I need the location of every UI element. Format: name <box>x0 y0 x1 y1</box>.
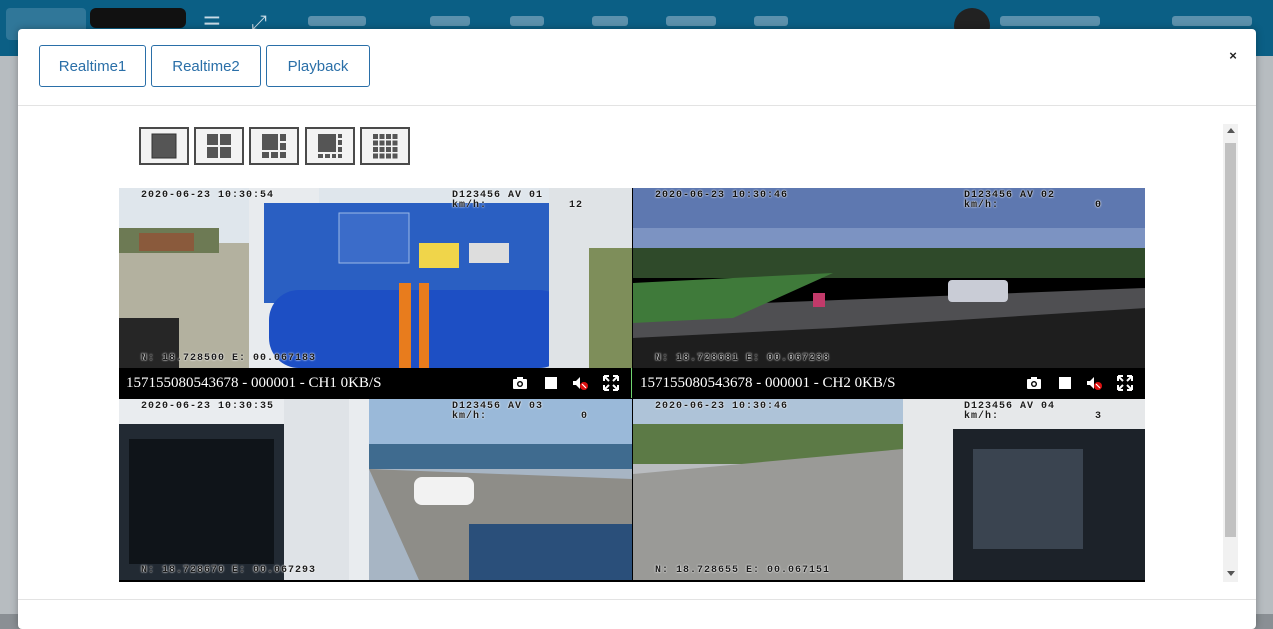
osd-speed-label-ch1: km/h: <box>452 200 488 211</box>
nav-item <box>510 16 544 26</box>
osd-gps-ch3: N: 18.728670 E: 00.067293 <box>141 565 317 576</box>
video-modal: Realtime1 Realtime2 Playback × 2020-06-2… <box>18 29 1256 629</box>
fullscreen-icon[interactable] <box>1117 375 1133 391</box>
nav-item <box>308 16 366 26</box>
layout-6-button[interactable] <box>249 127 299 165</box>
redacted-brand <box>90 8 186 28</box>
modal-header: Realtime1 Realtime2 Playback × <box>18 29 1256 106</box>
background-panel <box>0 56 18 614</box>
layout-single-icon <box>151 133 177 159</box>
layout-six-icon <box>262 134 286 158</box>
osd-speed-ch4: 3 <box>1095 411 1103 422</box>
scroll-up-icon[interactable] <box>1227 128 1235 133</box>
tab-realtime2[interactable]: Realtime2 <box>151 45 261 87</box>
layout-1-button[interactable] <box>139 127 189 165</box>
status-bar-ch2: 157155080543678 - 000001 - CH2 0KB/S <box>633 368 1145 398</box>
video-cell-ch3[interactable]: 2020-06-23 10:30:35 D123456 AV 03 km/h: … <box>119 399 632 580</box>
camera-feed-ch3 <box>119 399 632 580</box>
status-bar-ch1: 157155080543678 - 000001 - CH1 0KB/S <box>119 368 631 398</box>
osd-gps-ch2: N: 18.728681 E: 00.067238 <box>655 353 831 364</box>
stop-icon[interactable] <box>1057 375 1073 391</box>
scroll-down-icon[interactable] <box>1227 571 1235 576</box>
camera-feed-ch4 <box>633 399 1145 580</box>
osd-date-ch1: 2020-06-23 10:30:54 <box>141 190 275 201</box>
video-grid: 2020-06-23 10:30:54 D123456 AV 01 km/h: … <box>119 188 1145 582</box>
osd-date-ch2: 2020-06-23 10:30:46 <box>655 190 789 201</box>
fullscreen-icon[interactable] <box>603 375 619 391</box>
stream-status-ch1: 157155080543678 - 000001 - CH1 0KB/S <box>126 374 382 391</box>
layout-4-button[interactable] <box>194 127 244 165</box>
layout-quad-icon <box>207 134 231 158</box>
camera-icon[interactable] <box>1026 375 1042 391</box>
osd-speed-ch3: 0 <box>581 411 589 422</box>
osd-speed-label-ch4: km/h: <box>964 411 1000 422</box>
osd-speed-ch2: 0 <box>1095 200 1103 211</box>
divider <box>18 599 1256 600</box>
camera-feed-ch2 <box>633 188 1145 368</box>
user-name <box>1000 16 1100 26</box>
close-icon[interactable]: × <box>1226 49 1240 63</box>
nav-item <box>666 16 716 26</box>
nav-item <box>430 16 470 26</box>
vertical-scrollbar[interactable] <box>1223 124 1238 582</box>
osd-gps-ch4: N: 18.728655 E: 00.067151 <box>655 565 831 576</box>
osd-speed-ch1: 12 <box>569 200 584 211</box>
layout-16-button[interactable] <box>360 127 410 165</box>
stream-status-ch2: 157155080543678 - 000001 - CH2 0KB/S <box>640 374 896 391</box>
camera-icon[interactable] <box>512 375 528 391</box>
camera-feed-ch1 <box>119 188 632 368</box>
mute-icon[interactable] <box>572 375 588 391</box>
mute-icon[interactable] <box>1086 375 1102 391</box>
background-panel <box>1256 56 1273 614</box>
tab-playback[interactable]: Playback <box>266 45 370 87</box>
osd-date-ch3: 2020-06-23 10:30:35 <box>141 401 275 412</box>
tab-realtime1[interactable]: Realtime1 <box>39 45 146 87</box>
layout-eight-icon <box>318 134 342 158</box>
layout-8-button[interactable] <box>305 127 355 165</box>
osd-date-ch4: 2020-06-23 10:30:46 <box>655 401 789 412</box>
layout-sixteen-icon <box>373 134 398 159</box>
osd-gps-ch1: N: 18.728500 E: 00.067183 <box>141 353 317 364</box>
scrollbar-thumb[interactable] <box>1225 143 1236 537</box>
stop-icon[interactable] <box>543 375 559 391</box>
video-cell-ch2[interactable]: 2020-06-23 10:30:46 D123456 AV 02 km/h: … <box>633 188 1145 398</box>
osd-speed-label-ch2: km/h: <box>964 200 1000 211</box>
nav-item <box>754 16 788 26</box>
osd-speed-label-ch3: km/h: <box>452 411 488 422</box>
nav-item <box>592 16 628 26</box>
logout-link <box>1172 16 1252 26</box>
video-cell-ch1[interactable]: 2020-06-23 10:30:54 D123456 AV 01 km/h: … <box>119 188 632 398</box>
video-cell-ch4[interactable]: 2020-06-23 10:30:46 D123456 AV 04 km/h: … <box>633 399 1145 580</box>
